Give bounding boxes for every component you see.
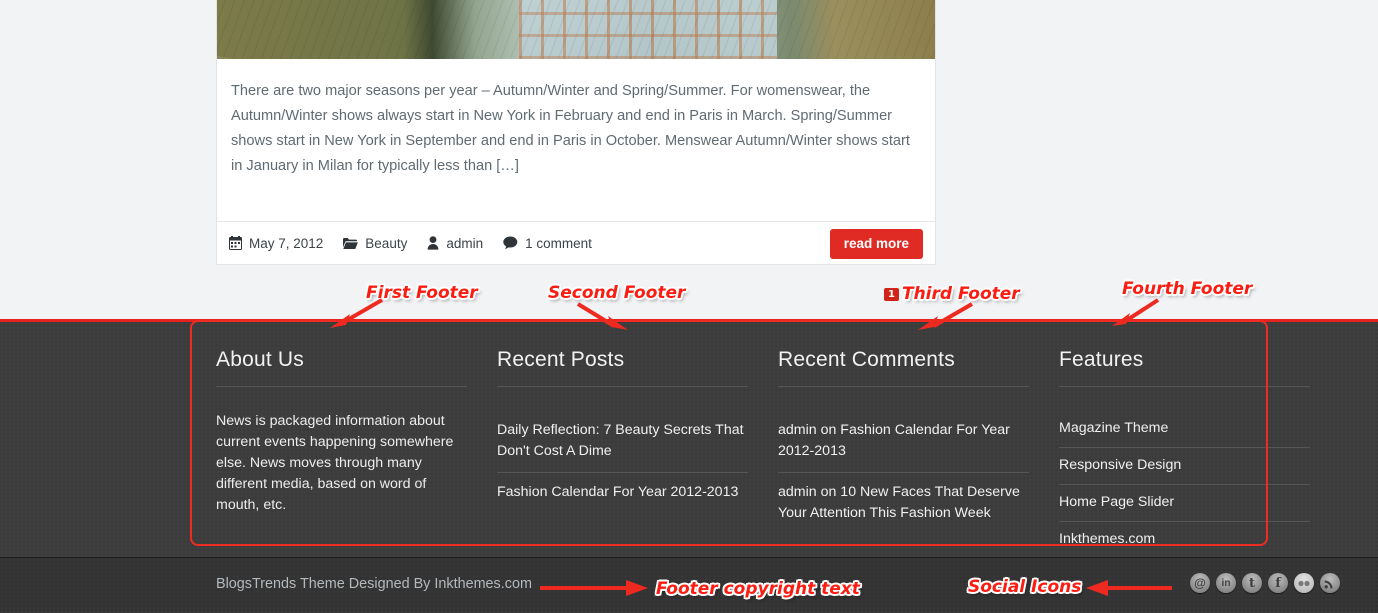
social-icons-group: @ in t f <box>1190 573 1340 593</box>
facebook-icon[interactable]: f <box>1268 573 1288 593</box>
annotation-footer-copyright-text: Footer copyright text <box>656 579 860 599</box>
annotation-third-footer: 1 Third Footer <box>884 284 1020 304</box>
meta-category-label: Beauty <box>365 235 408 251</box>
recent-post-link[interactable]: Daily Reflection: 7 Beauty Secrets That … <box>497 411 748 472</box>
feature-link[interactable]: Responsive Design <box>1059 448 1310 484</box>
annotation-first-footer: First Footer <box>366 283 478 303</box>
meta-date-label: May 7, 2012 <box>249 235 324 251</box>
facebook-icon-glyph: f <box>1275 575 1281 591</box>
footer: About Us News is packaged information ab… <box>0 319 1378 557</box>
list-item: admin on 10 New Faces That Deserve Your … <box>778 473 1029 534</box>
footer-widget-recent-posts: Recent Posts Daily Reflection: 7 Beauty … <box>497 348 778 558</box>
footer-widget-features: Features Magazine Theme Responsive Desig… <box>1059 348 1340 558</box>
rss-waves-icon <box>1324 580 1333 589</box>
comment-icon <box>503 236 518 250</box>
rss-icon[interactable] <box>1320 573 1340 593</box>
list-item: Fashion Calendar For Year 2012-2013 <box>497 473 748 513</box>
annotation-fourth-footer: Fourth Footer <box>1122 279 1253 299</box>
widget-title-recent-comments: Recent Comments <box>778 348 1029 387</box>
linkedin-icon[interactable]: in <box>1216 573 1236 593</box>
features-list: Magazine Theme Responsive Design Home Pa… <box>1059 411 1310 558</box>
footer-copyright-text: BlogsTrends Theme Designed By Inkthemes.… <box>216 576 532 592</box>
annotation-social-icons: Social Icons <box>968 577 1082 597</box>
feature-link[interactable]: Inkthemes.com <box>1059 522 1310 558</box>
article-card: There are two major seasons per year – A… <box>216 0 936 265</box>
recent-comment-link[interactable]: admin on Fashion Calendar For Year 2012-… <box>778 411 1029 472</box>
footer-widget-about-us: About Us News is packaged information ab… <box>216 348 497 558</box>
read-more-button[interactable]: read more <box>829 229 923 259</box>
about-us-text: News is packaged information about curre… <box>216 413 454 513</box>
calendar-icon <box>229 236 242 250</box>
flickr-dots-icon <box>1298 580 1310 586</box>
widget-title-recent-posts: Recent Posts <box>497 348 748 387</box>
page-root: There are two major seasons per year – A… <box>0 0 1378 613</box>
meta-comments-label: 1 comment <box>525 235 592 251</box>
list-item: Inkthemes.com <box>1059 522 1310 558</box>
meta-comments[interactable]: 1 comment <box>503 236 592 251</box>
post-excerpt: There are two major seasons per year – A… <box>231 83 910 174</box>
email-icon-glyph: @ <box>1194 576 1206 590</box>
flickr-icon[interactable] <box>1294 573 1314 593</box>
recent-post-link[interactable]: Fashion Calendar For Year 2012-2013 <box>497 473 748 513</box>
recent-comment-link[interactable]: admin on 10 New Faces That Deserve Your … <box>778 473 1029 534</box>
feature-link[interactable]: Magazine Theme <box>1059 411 1310 447</box>
list-item: Home Page Slider <box>1059 485 1310 522</box>
meta-category[interactable]: Beauty <box>343 236 407 251</box>
post-thumbnail-image[interactable] <box>217 0 935 59</box>
meta-author-label: admin <box>446 235 484 251</box>
footer-widget-recent-comments: Recent Comments admin on Fashion Calenda… <box>778 348 1059 558</box>
user-icon <box>427 236 439 250</box>
meta-date: May 7, 2012 <box>229 236 323 251</box>
linkedin-icon-glyph: in <box>1221 577 1231 589</box>
widget-title-features: Features <box>1059 348 1310 387</box>
recent-comments-list: admin on Fashion Calendar For Year 2012-… <box>778 411 1029 534</box>
feature-link[interactable]: Home Page Slider <box>1059 485 1310 521</box>
list-item: Magazine Theme <box>1059 411 1310 448</box>
email-icon[interactable]: @ <box>1190 573 1210 593</box>
list-item: admin on Fashion Calendar For Year 2012-… <box>778 411 1029 473</box>
list-item: Responsive Design <box>1059 448 1310 485</box>
folder-icon <box>343 237 359 250</box>
footer-widgets: About Us News is packaged information ab… <box>216 348 1340 558</box>
annotation-second-footer: Second Footer <box>548 283 686 303</box>
annotation-badge: 1 <box>884 288 899 301</box>
twitter-icon-glyph: t <box>1248 575 1255 591</box>
meta-author: admin <box>427 236 483 251</box>
widget-title-about-us: About Us <box>216 348 467 387</box>
list-item: Daily Reflection: 7 Beauty Secrets That … <box>497 411 748 473</box>
recent-posts-list: Daily Reflection: 7 Beauty Secrets That … <box>497 411 748 513</box>
post-meta-bar: May 7, 2012 Beauty admin 1 comment read … <box>217 221 935 264</box>
twitter-icon[interactable]: t <box>1242 573 1262 593</box>
